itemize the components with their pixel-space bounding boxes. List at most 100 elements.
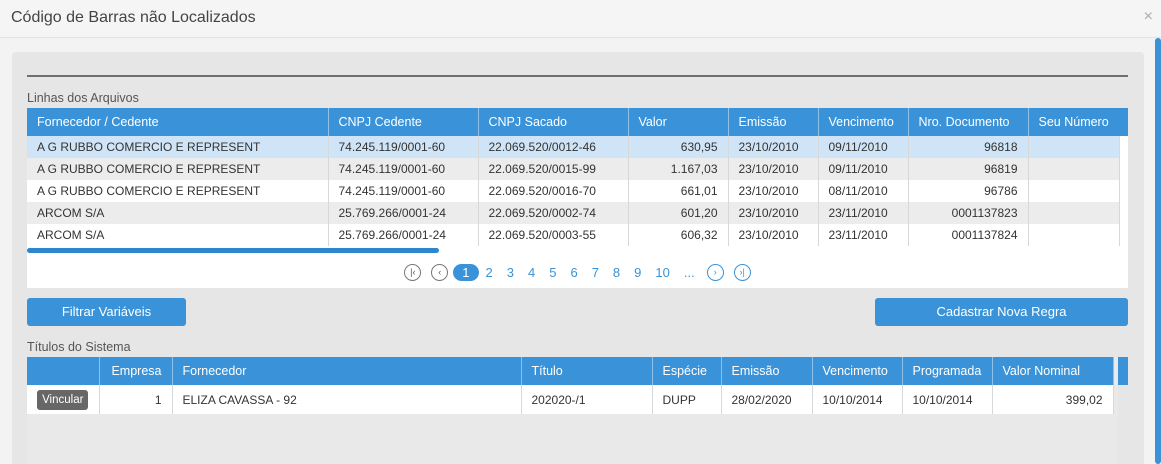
table-row[interactable]: ARCOM S/A 25.769.266/0001-24 22.069.520/00… — [27, 202, 1120, 224]
table-cell: 96819 — [908, 158, 1029, 180]
table-cell: 74.245.119/0001-60 — [328, 180, 479, 202]
table-cell: 23/11/2010 — [818, 202, 909, 224]
next-page-icon[interactable]: › — [706, 263, 724, 281]
table-row[interactable]: Vincular 1 ELIZA CAVASSA - 92 202020-/1 DUPP… — [27, 385, 1114, 414]
table-cell: 25.769.266/0001-24 — [328, 202, 479, 224]
titulos-column-header[interactable]: Título — [521, 357, 653, 385]
table-cell — [1028, 158, 1120, 180]
table-cell: 23/10/2010 — [728, 224, 819, 246]
table-cell: ELIZA CAVASSA - 92 — [172, 385, 522, 414]
dialog-title: Código de Barras não Localizados — [11, 9, 256, 26]
table-cell: 606,32 — [628, 224, 729, 246]
table-cell: A G RUBBO COMERCIO E REPRESENT — [27, 136, 329, 158]
linhas-column-header[interactable]: CNPJ Sacado — [478, 108, 629, 136]
pagination: |‹ ‹ 1 2 3 4 5 6 7 8 9 10... › ›| — [27, 260, 1128, 284]
filtrar-variaveis-button[interactable]: Filtrar Variáveis — [27, 298, 186, 326]
linhas-section-label: Linhas dos Arquivos — [27, 91, 139, 105]
table-cell: 23/11/2010 — [818, 224, 909, 246]
table-cell: 08/11/2010 — [818, 180, 909, 202]
table-cell: 22.069.520/0015-99 — [478, 158, 629, 180]
table-cell: 630,95 — [628, 136, 729, 158]
linhas-column-header[interactable]: Valor — [628, 108, 729, 136]
table-cell: A G RUBBO COMERCIO E REPRESENT — [27, 158, 329, 180]
table-cell: 0001137823 — [908, 202, 1029, 224]
page-link[interactable]: 5 — [542, 265, 563, 280]
table-cell: 399,02 — [992, 385, 1114, 414]
page-link[interactable]: 9 — [627, 265, 648, 280]
titulos-column-header[interactable]: Emissão — [721, 357, 813, 385]
page-link[interactable]: ... — [677, 265, 702, 280]
table-cell: ARCOM S/A — [27, 224, 329, 246]
table-cell: 96818 — [908, 136, 1029, 158]
titulos-column-header[interactable]: Vencimento — [812, 357, 903, 385]
linhas-column-header[interactable]: Vencimento — [818, 108, 909, 136]
page-link[interactable]: 2 — [479, 265, 500, 280]
titulos-grid: Empresa Fornecedor Título Espécie Emissão Ven… — [27, 357, 1118, 464]
table-cell: 202020-/1 — [521, 385, 653, 414]
table-cell: 23/10/2010 — [728, 158, 819, 180]
table-cell: 10/10/2014 — [812, 385, 903, 414]
table-cell: 0001137824 — [908, 224, 1029, 246]
titulos-column-header[interactable]: Valor Nominal — [992, 357, 1114, 385]
table-cell: 601,20 — [628, 202, 729, 224]
page-link[interactable]: 7 — [585, 265, 606, 280]
titulos-column-header[interactable]: Fornecedor — [172, 357, 522, 385]
page-link[interactable]: 8 — [606, 265, 627, 280]
table-cell: 25.769.266/0001-24 — [328, 224, 479, 246]
titulos-column-header[interactable]: Empresa — [99, 357, 173, 385]
table-cell: 661,01 — [628, 180, 729, 202]
page-link[interactable]: 4 — [521, 265, 542, 280]
table-row[interactable]: A G RUBBO COMERCIO E REPRESENT 74.245.119… — [27, 158, 1120, 180]
linhas-column-header[interactable]: CNPJ Cedente — [328, 108, 479, 136]
linhas-column-header[interactable]: Fornecedor / Cedente — [27, 108, 329, 136]
table-row[interactable]: A G RUBBO COMERCIO E REPRESENT 74.245.119… — [27, 136, 1120, 158]
table-cell: 22.069.520/0012-46 — [478, 136, 629, 158]
table-cell: 96786 — [908, 180, 1029, 202]
table-cell: 23/10/2010 — [728, 202, 819, 224]
table-cell: 22.069.520/0003-55 — [478, 224, 629, 246]
linhas-column-header[interactable]: Seu Número — [1028, 108, 1120, 136]
titulos-column-header[interactable] — [27, 357, 100, 385]
divider — [27, 75, 1128, 77]
last-page-icon[interactable]: ›| — [733, 263, 751, 281]
table-cell: 1 — [99, 385, 173, 414]
titulos-column-header[interactable]: Espécie — [652, 357, 722, 385]
table-cell: 28/02/2020 — [721, 385, 813, 414]
table-row[interactable]: A G RUBBO COMERCIO E REPRESENT 74.245.119… — [27, 180, 1120, 202]
table-cell: 23/10/2010 — [728, 180, 819, 202]
table-cell: 09/11/2010 — [818, 136, 909, 158]
grid-header-edge — [1118, 108, 1128, 136]
vertical-scrollbar[interactable] — [1155, 38, 1161, 464]
action-cell: Vincular — [27, 385, 100, 414]
table-cell: 22.069.520/0016-70 — [478, 180, 629, 202]
titulos-column-header[interactable]: Programada — [902, 357, 993, 385]
first-page-icon[interactable]: |‹ — [404, 263, 422, 281]
table-cell: 74.245.119/0001-60 — [328, 158, 479, 180]
horizontal-scrollbar[interactable] — [27, 248, 439, 253]
prev-page-icon[interactable]: ‹ — [431, 263, 449, 281]
table-cell: 1.167,03 — [628, 158, 729, 180]
page-link[interactable]: 10 — [648, 265, 676, 280]
table-cell: ARCOM S/A — [27, 202, 329, 224]
linhas-grid: Fornecedor / Cedente CNPJ Cedente CNPJ Sac… — [27, 108, 1128, 288]
page-link[interactable]: 1 — [453, 263, 479, 281]
grid2-header-edge — [1118, 357, 1128, 385]
cadastrar-nova-regra-button[interactable]: Cadastrar Nova Regra — [875, 298, 1128, 326]
dialog-titlebar: Código de Barras não Localizados × — [0, 0, 1161, 38]
page-link[interactable]: 6 — [563, 265, 584, 280]
linhas-column-header[interactable]: Nro. Documento — [908, 108, 1029, 136]
linhas-column-header[interactable]: Emissão — [728, 108, 819, 136]
table-cell — [1028, 136, 1120, 158]
table-cell: 23/10/2010 — [728, 136, 819, 158]
table-cell: 09/11/2010 — [818, 158, 909, 180]
page-link[interactable]: 3 — [500, 265, 521, 280]
table-cell: DUPP — [652, 385, 722, 414]
vincular-button[interactable]: Vincular — [37, 389, 89, 410]
table-cell: 10/10/2014 — [902, 385, 993, 414]
close-icon[interactable]: × — [1144, 8, 1153, 26]
table-row[interactable]: ARCOM S/A 25.769.266/0001-24 22.069.520/00… — [27, 224, 1120, 246]
table-cell: 74.245.119/0001-60 — [328, 136, 479, 158]
titulos-section-label: Títulos do Sistema — [27, 340, 131, 354]
table-cell — [1028, 180, 1120, 202]
table-cell — [1028, 224, 1120, 246]
